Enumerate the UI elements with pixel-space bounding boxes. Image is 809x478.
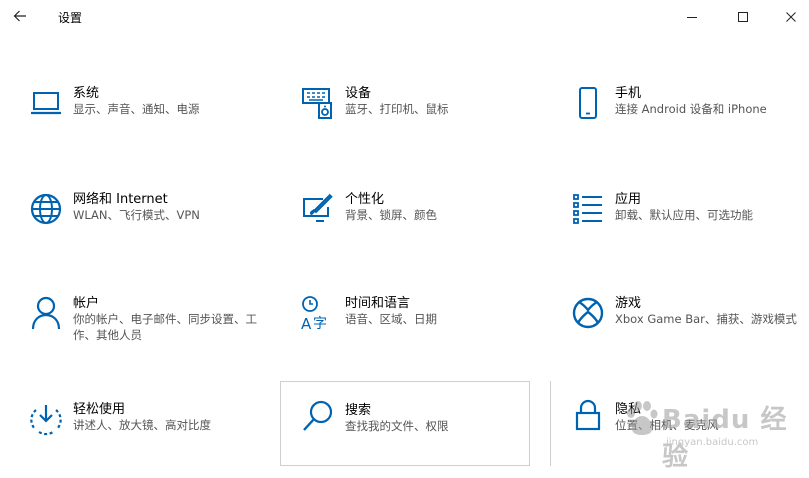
settings-tile-accounts[interactable]: 帐户 你的帐户、电子邮件、同步设置、工作、其他人员 [14,290,276,372]
tile-title: 个性化 [345,192,385,207]
search-icon [296,396,340,436]
tile-title: 轻松使用 [73,402,126,417]
tile-title: 搜索 [345,403,372,418]
title-bar: 设置 [0,0,809,34]
settings-tile-network[interactable]: 网络和 Internet WLAN、飞行模式、VPN [14,186,276,268]
tile-description: 蓝牙、打印机、鼠标 [345,102,449,116]
tile-description: 语音、区域、日期 [345,312,437,326]
laptop-icon [24,83,68,123]
settings-tile-phone[interactable]: 手机 连接 Android 设备和 iPhone [556,80,809,162]
close-icon [786,12,796,22]
ease-of-access-icon [24,399,68,439]
tile-title: 网络和 Internet [73,192,168,207]
back-button[interactable] [8,5,32,27]
tile-description: 位置、相机、麦克风 [615,418,719,432]
tile-title: 手机 [615,86,642,101]
xbox-icon [566,293,610,333]
apps-list-icon [566,189,610,229]
close-button[interactable] [768,4,809,30]
settings-tile-time-language[interactable]: A 字 时间和语言 语音、区域、日期 [286,290,548,372]
devices-icon [296,83,340,123]
lock-icon [566,395,610,435]
tile-description: 你的帐户、电子邮件、同步设置、工作、其他人员 [73,312,257,342]
tile-title: 设备 [345,86,372,101]
tile-description: 卸载、默认应用、可选功能 [615,208,753,222]
settings-tile-devices[interactable]: 设备 蓝牙、打印机、鼠标 [286,80,548,162]
settings-tile-system[interactable]: 系统 显示、声音、通知、电源 [14,80,276,162]
settings-tile-apps[interactable]: 应用 卸载、默认应用、可选功能 [556,186,809,268]
globe-icon [24,189,68,229]
svg-text:A: A [301,315,312,331]
tile-description: 查找我的文件、权限 [345,419,449,433]
tile-description: WLAN、飞行模式、VPN [73,208,200,222]
settings-tile-personalization[interactable]: 个性化 背景、锁屏、颜色 [286,186,548,268]
minimize-icon [687,17,697,18]
tile-title: 隐私 [615,402,642,417]
tile-description: 连接 Android 设备和 iPhone [615,102,767,116]
maximize-icon [738,12,748,22]
tile-description: Xbox Game Bar、捕获、游戏模式 [615,312,797,326]
settings-tile-gaming[interactable]: 游戏 Xbox Game Bar、捕获、游戏模式 [556,290,809,372]
personalization-icon [296,189,340,229]
tile-description: 讲述人、放大镜、高对比度 [73,418,211,432]
tile-title: 时间和语言 [345,296,411,311]
minimize-button[interactable] [669,4,715,30]
time-language-icon: A 字 [296,293,340,333]
tile-description: 背景、锁屏、颜色 [345,208,437,222]
window-title: 设置 [58,11,83,25]
tile-title: 应用 [615,192,642,207]
tile-title: 系统 [73,86,100,101]
person-icon [24,293,68,333]
tile-title: 帐户 [73,296,100,311]
settings-tile-search[interactable]: 搜索 查找我的文件、权限 [280,381,530,466]
tile-description: 显示、声音、通知、电源 [73,102,200,116]
svg-text:字: 字 [313,316,327,331]
phone-icon [566,83,610,123]
settings-tile-privacy[interactable]: 隐私 位置、相机、麦克风 [550,381,809,466]
back-arrow-icon [13,10,26,22]
maximize-button[interactable] [720,4,766,30]
tile-title: 游戏 [615,296,642,311]
